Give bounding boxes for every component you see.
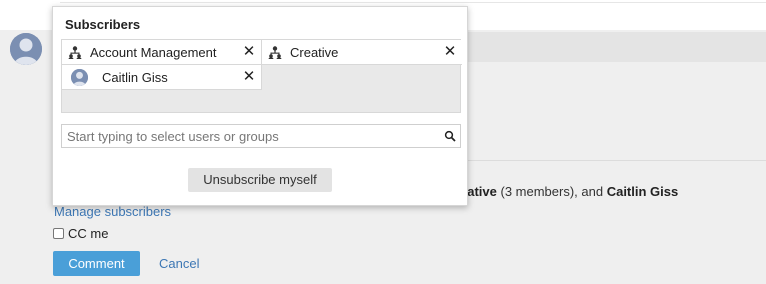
avatar [71,69,88,86]
subscribers-popover: Subscribers Account Management ✕ Creativ… [52,6,468,206]
close-icon[interactable]: ✕ [242,43,256,61]
subscriber-chip-account-management: Account Management ✕ [62,40,262,65]
comment-button[interactable]: Comment [53,251,140,276]
close-icon[interactable]: ✕ [242,68,256,86]
subscribers-summary: eative (3 members), and Caitlin Giss [460,184,678,199]
unsubscribe-myself-button[interactable]: Unsubscribe myself [188,168,332,192]
user-avatar [10,33,42,65]
top-divider [60,2,766,3]
subscriber-search-field[interactable] [61,124,461,148]
group-hierarchy-icon [68,46,82,59]
cc-me-row[interactable]: CC me [53,226,108,241]
subscriber-chip-creative: Creative ✕ [262,40,462,65]
subscriber-chip-caitlin-giss: Caitlin Giss ✕ [62,65,262,90]
cc-me-checkbox[interactable] [53,228,64,239]
chip-label: Caitlin Giss [102,70,168,85]
popover-title: Subscribers [65,17,141,32]
subscriber-count-text: (3 members), and [496,184,607,199]
chip-label: Account Management [90,45,217,60]
chip-label: Creative [290,45,339,60]
subscriber-chip-list: Account Management ✕ Creative ✕ Caitlin … [61,39,462,113]
subscriber-search-input[interactable] [62,125,432,147]
subscriber-user-name: Caitlin Giss [606,184,679,199]
manage-subscribers-link[interactable]: Manage subscribers [54,204,171,219]
cancel-link[interactable]: Cancel [159,256,199,271]
cc-me-label: CC me [68,226,109,241]
group-hierarchy-icon [268,46,282,59]
close-icon[interactable]: ✕ [443,43,457,61]
search-icon[interactable] [444,130,456,142]
